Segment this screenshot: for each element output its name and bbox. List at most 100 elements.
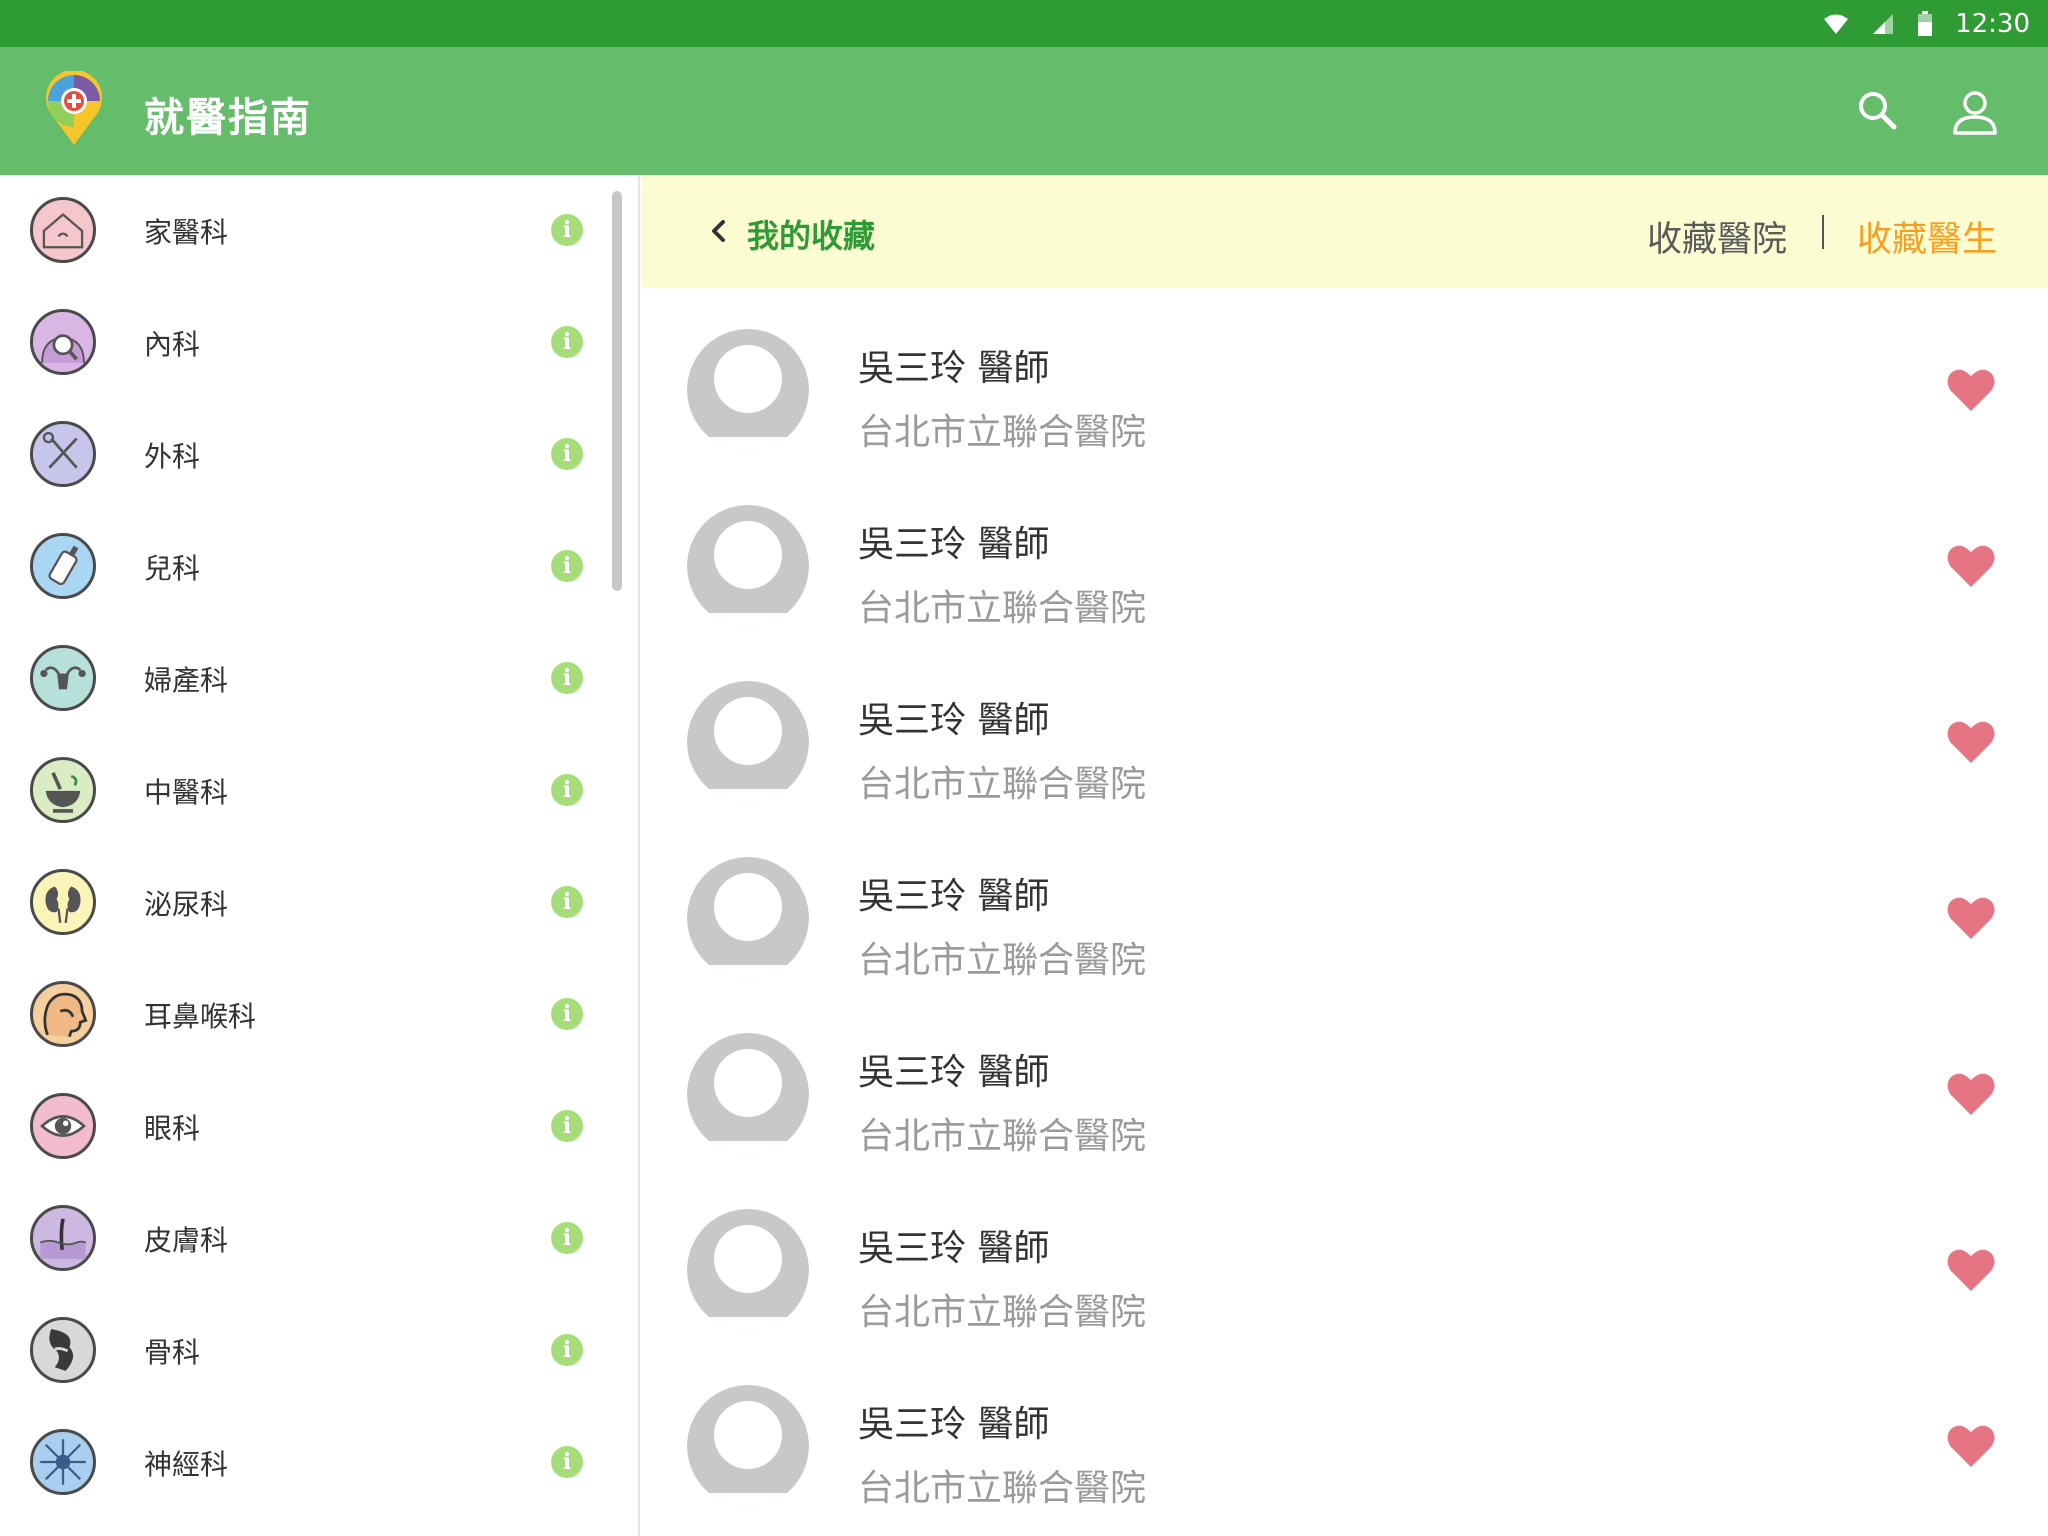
status-bar: 12:30 (0, 0, 2048, 47)
doctor-list-item[interactable]: 吳三玲 醫師台北市立聯合醫院 (641, 463, 2048, 639)
avatar (687, 681, 809, 803)
doctor-list-item[interactable]: 吳三玲 醫師 台北市立聯合醫院 (641, 1343, 2048, 1519)
sidebar-item-department[interactable]: 內科 i (0, 287, 600, 399)
sidebar-item-label: 泌尿科 (144, 888, 229, 921)
eye-icon (30, 1093, 96, 1159)
doctor-list-item[interactable]: 吳三玲 醫師台北市立聯合醫院 (641, 639, 2048, 815)
sidebar-item-department[interactable]: 神經科 i (0, 1407, 600, 1519)
heart-icon (1947, 721, 1995, 763)
heart-icon (1947, 369, 1995, 411)
app-logo (44, 69, 104, 147)
wifi-icon (1823, 13, 1849, 35)
favorite-button[interactable] (1946, 895, 1996, 941)
tab-favorite-hospitals[interactable]: 收藏醫院 (1647, 211, 1787, 262)
avatar (687, 505, 809, 627)
info-icon[interactable]: i (551, 214, 583, 246)
sidebar-item-department[interactable]: 婦產科 i (0, 623, 600, 735)
sidebar-item-label: 內科 (144, 328, 201, 361)
tab-favorite-doctors[interactable]: 收藏醫生 (1857, 211, 1997, 262)
info-icon[interactable]: i (551, 1222, 583, 1254)
back-button[interactable] (701, 213, 737, 249)
chevron-left-icon (712, 220, 725, 242)
info-icon[interactable]: i (551, 1446, 583, 1478)
sidebar-item-label: 神經科 (144, 1448, 229, 1481)
favorite-button[interactable] (1946, 1071, 1996, 1117)
avatar (687, 1209, 809, 1331)
doctor-hospital: 台北市立聯合醫院 (858, 764, 1147, 805)
house-icon (30, 197, 96, 263)
magnifier-body-icon (30, 309, 96, 375)
heart-icon (1947, 1249, 1995, 1291)
sidebar-item-department[interactable]: 外科 i (0, 399, 600, 511)
uterus-icon (30, 645, 96, 711)
doctor-hospital: 台北市立聯合醫院 (858, 1292, 1147, 1333)
sidebar-item-label: 外科 (144, 440, 201, 473)
doctor-name: 吳三玲 醫師 (858, 1052, 1050, 1093)
sidebar-item-label: 耳鼻喉科 (144, 1000, 257, 1033)
sidebar-item-label: 中醫科 (144, 776, 229, 809)
doctor-name: 吳三玲 醫師 (858, 1228, 1050, 1269)
sidebar-item-label: 眼科 (144, 1112, 201, 1145)
sidebar-item-department[interactable]: 中醫科 i (0, 735, 600, 847)
sidebar-item-label: 婦產科 (144, 664, 229, 697)
doctor-hospital: 台北市立聯合醫院 (858, 588, 1147, 629)
avatar (687, 329, 809, 451)
doctor-list-item[interactable]: 吳三玲 醫師台北市立聯合醫院 (641, 1167, 2048, 1343)
doctor-name: 吳三玲 醫師 (858, 348, 1050, 389)
info-icon[interactable]: i (551, 326, 583, 358)
info-icon[interactable]: i (551, 438, 583, 470)
sidebar-item-department[interactable]: 皮膚科 i (0, 1183, 600, 1295)
baby-bottle-icon (30, 533, 96, 599)
cell-signal-icon (1871, 13, 1895, 35)
doctor-hospital: 台北市立聯合醫院 (858, 940, 1147, 981)
favorite-button[interactable] (1946, 1423, 1996, 1469)
info-icon[interactable]: i (551, 886, 583, 918)
doctor-name: 吳三玲 醫師 (858, 700, 1050, 741)
favorite-button[interactable] (1946, 719, 1996, 765)
doctor-name: 吳三玲 醫師 (858, 524, 1050, 565)
search-button[interactable] (1854, 87, 1902, 135)
app-bar: 就醫指南 (0, 47, 2048, 175)
favorite-button[interactable] (1946, 1247, 1996, 1293)
favorite-button[interactable] (1946, 367, 1996, 413)
mortar-herb-icon (30, 757, 96, 823)
sidebar-item-department[interactable]: 眼科 i (0, 1071, 600, 1183)
favorite-doctor-list[interactable]: 吳三玲 醫師 台北市立聯合醫院 吳三玲 醫師 台北市立聯合醫院 吳三玲 醫師 台北市立聯合… (641, 287, 2048, 1536)
favorite-button[interactable] (1946, 543, 1996, 589)
skin-hair-icon (30, 1205, 96, 1271)
sidebar-item-department[interactable]: 泌尿科 i (0, 847, 600, 959)
info-icon[interactable]: i (551, 1334, 583, 1366)
doctor-list-item[interactable]: 吳三玲 醫師台北市立聯合醫院 (641, 287, 2048, 463)
info-icon[interactable]: i (551, 662, 583, 694)
info-icon[interactable]: i (551, 550, 583, 582)
sidebar-item-department[interactable]: 家醫科 i (0, 175, 600, 287)
sidebar-item-label: 家醫科 (144, 216, 229, 249)
page-title: 我的收藏 (747, 217, 876, 255)
avatar (687, 857, 809, 979)
heart-icon (1947, 1073, 1995, 1115)
doctor-hospital: 台北市立聯合醫院 (858, 412, 1147, 453)
info-icon[interactable]: i (551, 774, 583, 806)
sidebar-item-department[interactable]: 骨科 i (0, 1295, 600, 1407)
avatar (687, 1385, 809, 1507)
department-sidebar[interactable]: 家醫科 i 內科 i 外科 i 兒科 i 婦產科 i 中醫科 i 泌尿科 i 耳鼻喉科 i 眼科 i 皮膚科 i 骨科 i… (0, 175, 640, 1536)
info-icon[interactable]: i (551, 998, 583, 1030)
sidebar-item-label: 骨科 (144, 1336, 201, 1369)
tab-divider (1822, 215, 1824, 249)
sidebar-item-department[interactable]: 兒科 i (0, 511, 600, 623)
doctor-list-item[interactable]: 吳三玲 醫師台北市立聯合醫院 (641, 815, 2048, 991)
user-icon (1953, 91, 1997, 135)
doctor-hospital: 台北市立聯合醫院 (858, 1468, 1147, 1509)
account-button[interactable] (1950, 87, 2000, 137)
doctor-name: 吳三玲 醫師 (858, 876, 1050, 917)
doctor-list-item[interactable]: 吳三玲 醫師 台北市立聯合醫院 (641, 991, 2048, 1167)
heart-icon (1947, 897, 1995, 939)
head-profile-icon (30, 981, 96, 1047)
avatar (687, 1033, 809, 1155)
sidebar-item-department[interactable]: 耳鼻喉科 i (0, 959, 600, 1071)
sidebar-scrollbar[interactable] (612, 191, 622, 591)
search-icon (1859, 92, 1897, 130)
kidney-icon (30, 869, 96, 935)
info-icon[interactable]: i (551, 1110, 583, 1142)
sidebar-item-label: 皮膚科 (144, 1224, 229, 1257)
